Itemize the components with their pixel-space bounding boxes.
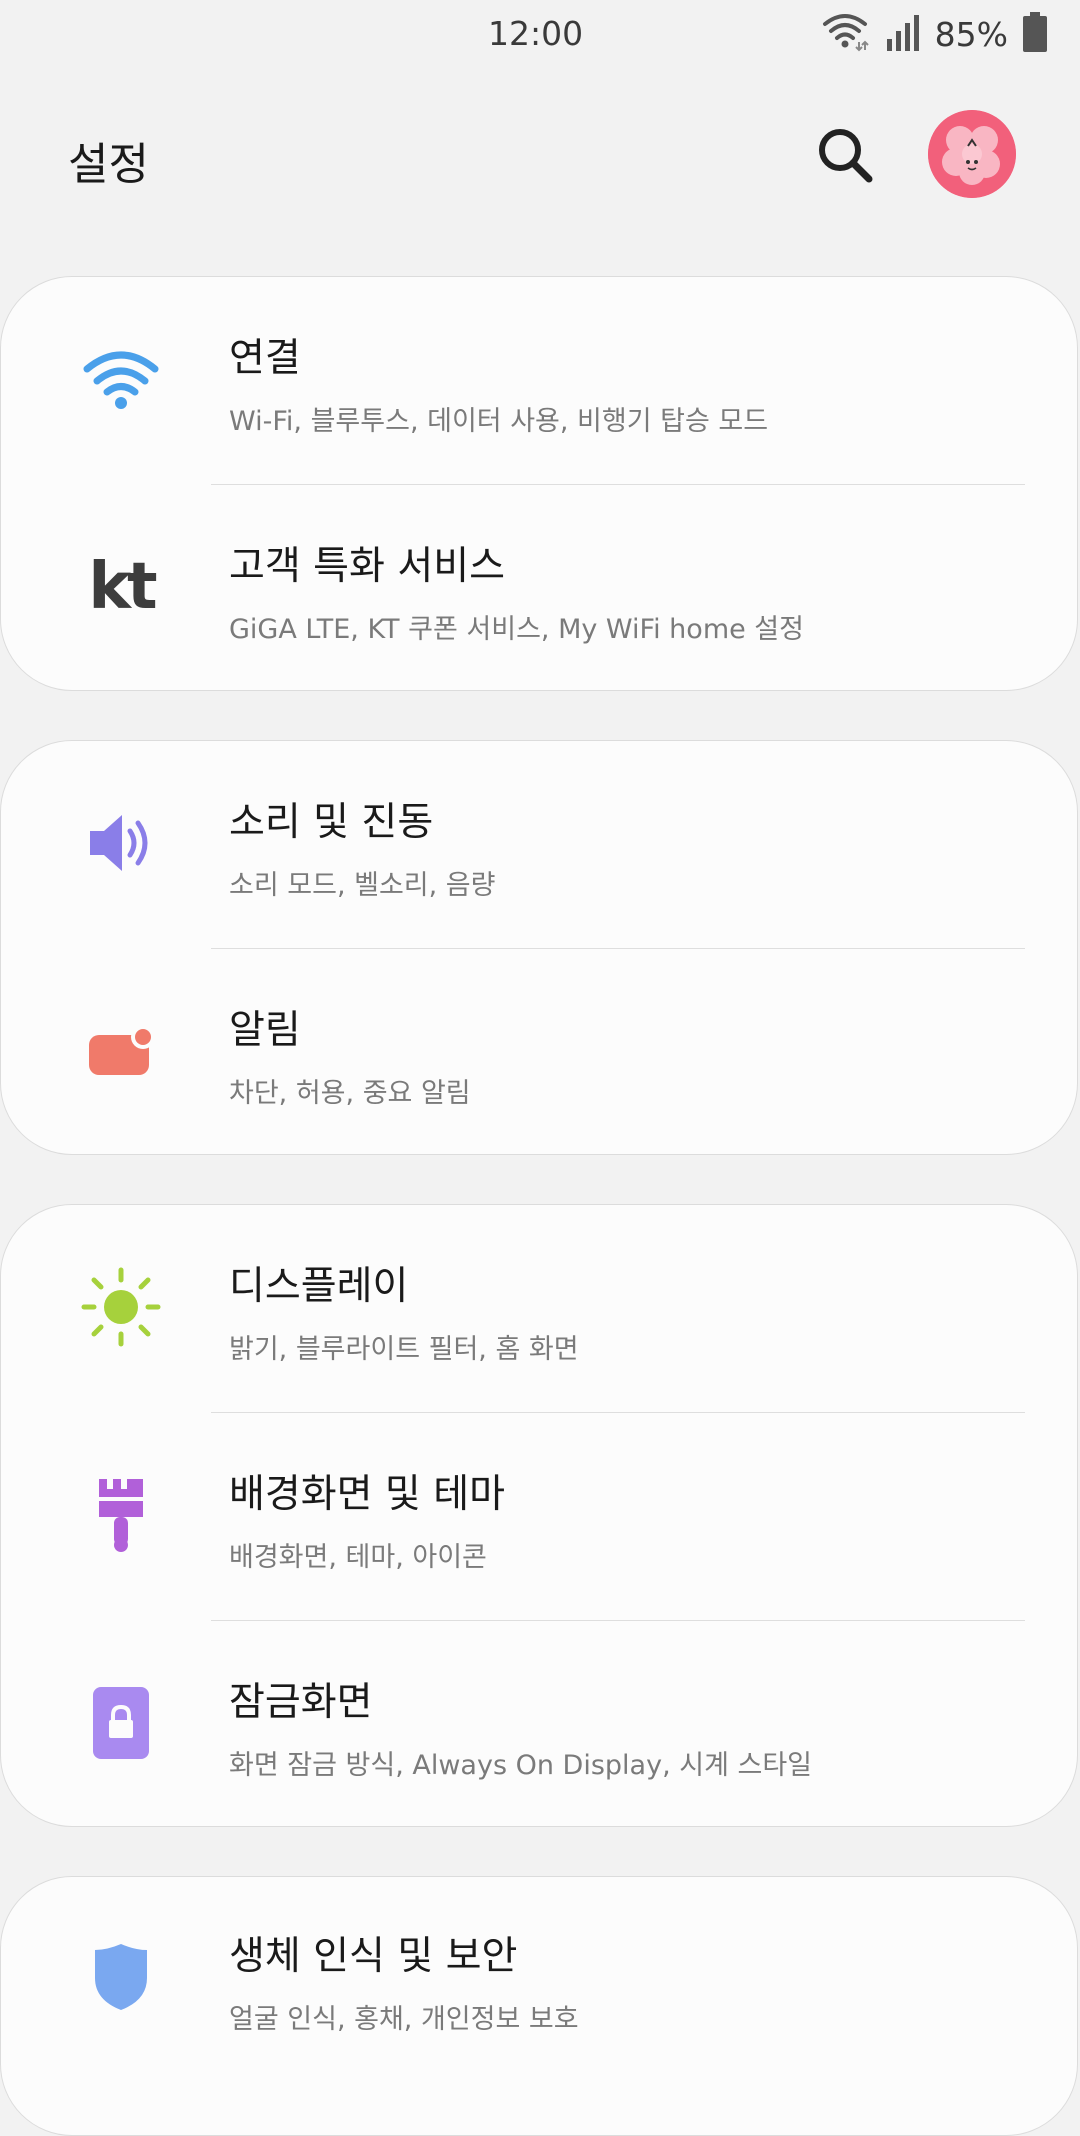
setting-title: 고객 특화 서비스 <box>229 544 505 589</box>
setting-title: 디스플레이 <box>229 1264 409 1309</box>
setting-subtitle: Wi-Fi, 블루투스, 데이터 사용, 비행기 탑승 모드 <box>229 406 769 437</box>
setting-subtitle: 화면 잠금 방식, Always On Display, 시계 스타일 <box>229 1750 813 1781</box>
search-icon <box>819 129 873 183</box>
setting-subtitle: 밝기, 블루라이트 필터, 홈 화면 <box>229 1334 579 1365</box>
flower-avatar-icon <box>928 110 1016 198</box>
speaker-icon <box>77 799 165 887</box>
page-title: 설정 <box>68 139 149 190</box>
setting-item-display[interactable]: 디스플레이 밝기, 블루라이트 필터, 홈 화면 <box>1 1205 1077 1413</box>
setting-title: 소리 및 진동 <box>229 800 434 845</box>
setting-subtitle: 얼굴 인식, 홍채, 개인정보 보호 <box>229 2004 579 2035</box>
setting-subtitle: 소리 모드, 벨소리, 음량 <box>229 870 496 901</box>
search-button[interactable] <box>812 122 878 188</box>
kt-logo-icon: kt <box>88 550 157 624</box>
setting-title: 배경화면 및 테마 <box>229 1472 505 1517</box>
setting-subtitle: 차단, 허용, 중요 알림 <box>229 1078 471 1109</box>
settings-card-connections: 연결 Wi-Fi, 블루투스, 데이터 사용, 비행기 탑승 모드 kt 고객 … <box>0 276 1078 691</box>
status-icons: 85% <box>821 12 1048 56</box>
setting-item-wallpaper-themes[interactable]: 배경화면 및 테마 배경화면, 테마, 아이콘 <box>1 1413 1077 1621</box>
battery-percent: 85% <box>934 14 1008 54</box>
setting-item-connections[interactable]: 연결 Wi-Fi, 블루투스, 데이터 사용, 비행기 탑승 모드 <box>1 277 1077 485</box>
setting-title: 알림 <box>229 1008 301 1053</box>
shield-icon <box>77 1933 165 2021</box>
signal-icon <box>885 13 921 55</box>
setting-title: 생체 인식 및 보안 <box>229 1934 518 1979</box>
settings-card-security: 생체 인식 및 보안 얼굴 인식, 홍채, 개인정보 보호 <box>0 1876 1078 2136</box>
status-bar: 12:00 85% <box>0 0 1080 72</box>
setting-title: 연결 <box>229 336 301 381</box>
setting-item-notifications[interactable]: 알림 차단, 허용, 중요 알림 <box>1 949 1077 1157</box>
setting-item-biometrics-security[interactable]: 생체 인식 및 보안 얼굴 인식, 홍채, 개인정보 보호 <box>1 1875 1077 2083</box>
battery-icon <box>1022 12 1048 56</box>
wifi-status-icon <box>821 12 871 56</box>
lock-icon <box>77 1679 165 1767</box>
status-time: 12:00 <box>488 14 584 53</box>
settings-card-sound: 소리 및 진동 소리 모드, 벨소리, 음량 알림 차단, 허용, 중요 알림 <box>0 740 1078 1155</box>
sun-icon <box>77 1263 165 1351</box>
setting-subtitle: GiGA LTE, KT 쿠폰 서비스, My WiFi home 설정 <box>229 614 804 645</box>
setting-subtitle: 배경화면, 테마, 아이콘 <box>229 1542 487 1573</box>
header: 설정 <box>0 100 1080 210</box>
setting-item-customer-services[interactable]: kt 고객 특화 서비스 GiGA LTE, KT 쿠폰 서비스, My WiF… <box>1 485 1077 693</box>
wifi-icon <box>77 335 165 423</box>
avatar[interactable] <box>928 110 1016 198</box>
setting-title: 잠금화면 <box>229 1680 373 1725</box>
notification-icon <box>77 1007 165 1095</box>
setting-item-lock-screen[interactable]: 잠금화면 화면 잠금 방식, Always On Display, 시계 스타일 <box>1 1621 1077 1829</box>
setting-item-sound[interactable]: 소리 및 진동 소리 모드, 벨소리, 음량 <box>1 741 1077 949</box>
paintbrush-icon <box>77 1471 165 1559</box>
settings-card-display: 디스플레이 밝기, 블루라이트 필터, 홈 화면 배경화면 및 테마 배경화면,… <box>0 1204 1078 1827</box>
